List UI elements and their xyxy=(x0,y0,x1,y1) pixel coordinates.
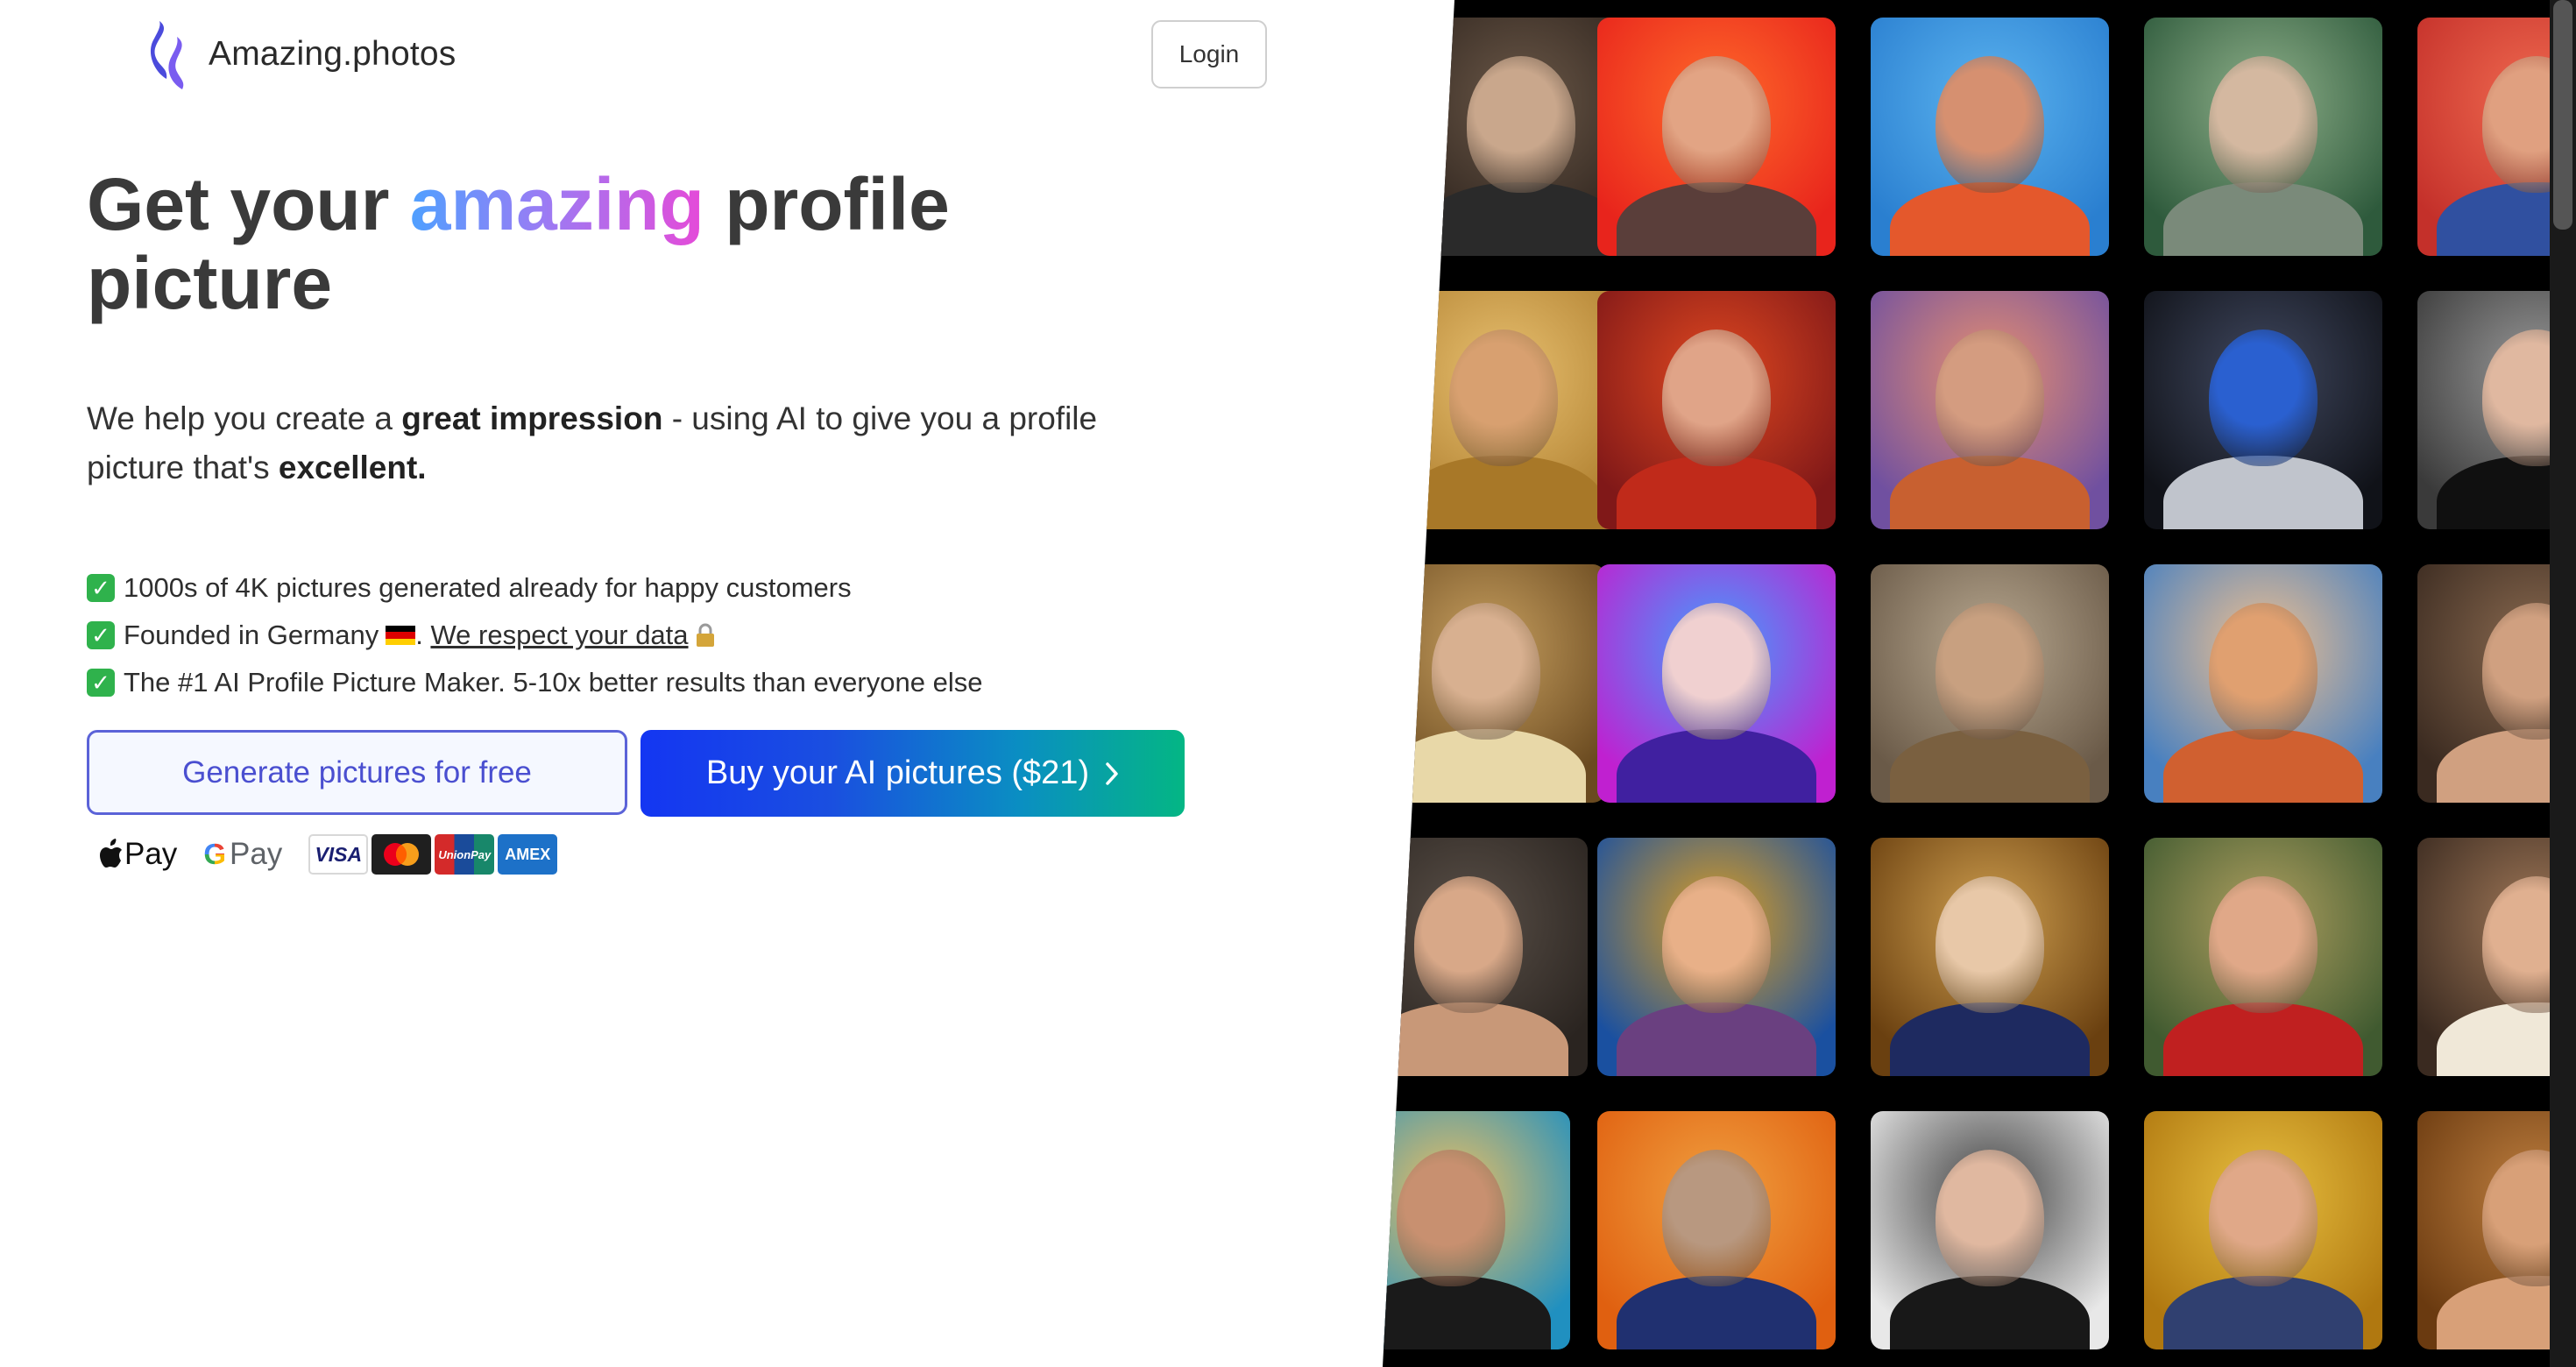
buy-button-label: Buy your AI pictures ($21) xyxy=(705,754,1090,791)
subtitle-part-1: We help you create a xyxy=(87,400,393,436)
brand-logo[interactable]: Amazing.photos xyxy=(147,18,456,91)
google-pay-badge: G Pay xyxy=(203,837,282,872)
buy-pictures-button[interactable]: Buy your AI pictures ($21) xyxy=(640,730,1185,817)
feature-text: The #1 AI Profile Picture Maker. 5-10x b… xyxy=(124,667,983,698)
login-button[interactable]: Login xyxy=(1151,20,1267,89)
feature-list: ✓ 1000s of 4K pictures generated already… xyxy=(87,564,982,706)
check-icon: ✓ xyxy=(87,621,115,649)
google-pay-label: Pay xyxy=(229,837,283,871)
germany-flag-icon xyxy=(386,626,416,645)
hero-subtitle: We help you create a great impression - … xyxy=(87,394,1182,492)
feature-text: 1000s of 4K pictures generated already f… xyxy=(124,572,852,603)
portrait-image xyxy=(1871,291,2109,529)
check-icon: ✓ xyxy=(87,669,115,697)
brand-name: Amazing.photos xyxy=(209,35,456,73)
data-privacy-link[interactable]: We respect your data xyxy=(430,620,688,651)
scrollbar-thumb[interactable] xyxy=(2553,0,2572,230)
portrait-image xyxy=(1383,1111,1570,1349)
portrait-gallery xyxy=(1383,0,2576,1367)
feature-item: ✓ The #1 AI Profile Picture Maker. 5-10x… xyxy=(87,659,982,706)
title-part-1: Get your xyxy=(87,163,390,245)
lock-icon xyxy=(696,623,714,647)
portrait-image xyxy=(2144,564,2382,803)
portrait-image xyxy=(2144,1111,2382,1349)
portrait-image xyxy=(1871,564,2109,803)
amex-card-icon: AMEX xyxy=(498,834,558,875)
google-icon: G xyxy=(203,838,226,870)
portrait-image xyxy=(2144,291,2382,529)
apple-icon xyxy=(100,839,122,868)
chevron-right-icon xyxy=(1106,761,1118,785)
portrait-image xyxy=(1597,291,1836,529)
feature-item: ✓ Founded in Germany . We respect your d… xyxy=(87,612,982,659)
generate-free-button[interactable]: Generate pictures for free xyxy=(87,730,627,815)
portrait-image xyxy=(1597,564,1836,803)
portrait-image xyxy=(1597,838,1836,1076)
portrait-image xyxy=(1871,18,2109,256)
portrait-image xyxy=(1384,291,1623,529)
unionpay-card-icon: UnionPay xyxy=(435,834,495,875)
apple-pay-label: Pay xyxy=(124,837,178,871)
portrait-image xyxy=(2144,838,2382,1076)
portrait-image xyxy=(1383,838,1588,1076)
flame-logo-icon xyxy=(150,21,184,89)
mastercard-icon xyxy=(372,834,432,875)
feature-item: ✓ 1000s of 4K pictures generated already… xyxy=(87,564,982,612)
feature-text: Founded in Germany xyxy=(124,620,379,650)
portrait-image xyxy=(1383,564,1605,803)
payment-methods: Pay G Pay VISA UnionPay AMEX xyxy=(98,829,561,880)
portrait-image xyxy=(1871,838,2109,1076)
subtitle-bold-2: excellent. xyxy=(278,450,427,485)
portrait-image xyxy=(1871,1111,2109,1349)
check-icon: ✓ xyxy=(87,574,115,602)
portrait-image xyxy=(1597,1111,1836,1349)
portrait-image xyxy=(1597,18,1836,256)
visa-card-icon: VISA xyxy=(308,834,369,875)
apple-pay-badge: Pay xyxy=(98,837,177,872)
portrait-image xyxy=(2144,18,2382,256)
subtitle-bold-1: great impression xyxy=(401,400,663,436)
page-title: Get your amazing profile picture xyxy=(87,165,1103,322)
title-highlight: amazing xyxy=(409,163,704,245)
